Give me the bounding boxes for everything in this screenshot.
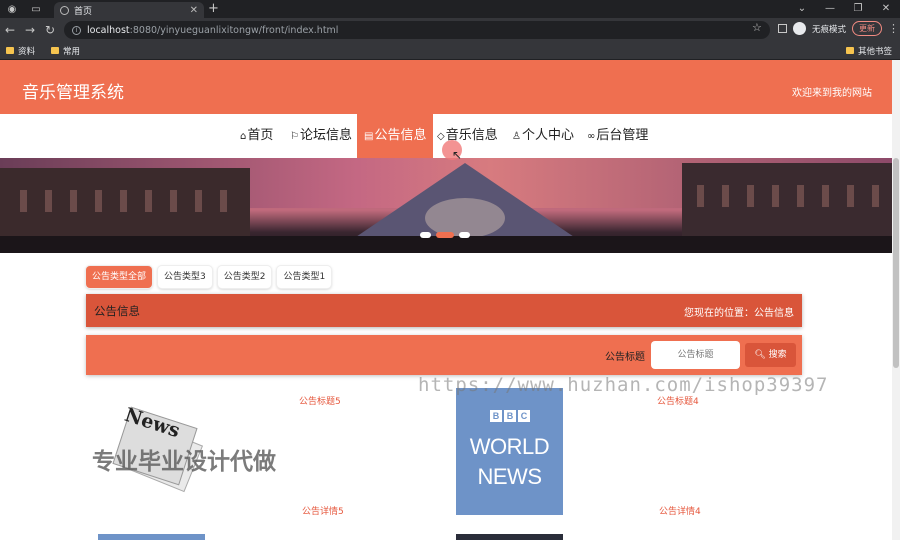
card-image-3[interactable] [98,534,205,540]
nav-item-forum[interactable]: ⚐论坛信息 [290,114,352,158]
card-title-1[interactable]: 公告标题5 [299,394,341,407]
card-image-4[interactable] [456,534,563,540]
banner-building-left [0,168,250,238]
banner-ground [0,236,892,253]
browser-toolbar: ← → ↻ i localhost :8080/yinyueguanlixito… [0,18,900,42]
more-menu-icon[interactable]: ⋮ [888,22,899,35]
filter-chip-type1[interactable]: 公告类型1 [277,266,332,288]
section-header: 公告信息 您现在的位置：公告信息 [86,294,802,327]
nav-label: 后台管理 [596,128,649,143]
search-input[interactable] [651,341,740,369]
window-controls: ⌄ — ❐ ✕ [788,0,900,18]
back-icon[interactable]: ← [0,23,20,37]
nav-label: 论坛信息 [299,128,352,143]
filter-chip-type3[interactable]: 公告类型3 [158,266,212,288]
bookmark-star-icon[interactable]: ☆ [752,21,762,34]
minimize-icon[interactable]: — [816,0,844,18]
flag-icon: ⚐ [290,131,299,142]
close-window-icon[interactable]: ✕ [872,0,900,18]
folder-icon [845,47,854,54]
text-watermark: 专业毕业设计代做 [92,449,276,475]
close-tab-icon[interactable]: ✕ [190,5,198,16]
browser-tab-strip: ◉ ▭ 首页 ✕ + ⌄ — ❐ ✕ [0,0,900,18]
breadcrumb: 您现在的位置：公告信息 [684,308,794,319]
search-button[interactable]: 🔍︎ 搜索 [745,343,796,367]
reload-icon[interactable]: ↻ [40,23,60,37]
carousel-indicators [420,232,470,238]
site-header: 音乐管理系统 欢迎来到我的网站 [0,64,892,114]
forward-icon[interactable]: → [20,23,40,37]
bbc-line-2: NEWS [477,464,543,489]
tab-list-icon[interactable]: ⌄ [788,0,816,18]
bookmark-folder-2[interactable]: 常用 [51,45,80,57]
home-icon: ⌂ [240,131,247,142]
url-watermark: https://www.huzhan.com/ishop39397 [418,374,829,396]
tag-icon: ◇ [437,131,445,142]
banner-building-right [682,163,892,238]
folder-icon [6,47,14,54]
address-bar[interactable]: i localhost :8080/yinyueguanlixitongw/fr… [64,21,770,39]
bookmarks-bar: 资料 常用 其他书签 [0,42,900,60]
browser-tab[interactable]: 首页 ✕ [54,2,204,18]
user-icon: ♙ [512,131,521,142]
site-title: 音乐管理系统 [22,83,124,103]
mouse-cursor-icon: ↖ [452,148,463,162]
nav-label: 首页 [247,128,274,143]
card-image-bbc[interactable]: B B C WORLD NEWS [456,388,563,515]
address-host: localhost [87,24,130,36]
card-detail-2[interactable]: 公告详情4 [659,504,701,517]
restore-icon[interactable]: ❐ [844,0,872,18]
new-tab-button[interactable]: + [208,0,219,18]
nav-label: 个人中心 [521,128,574,143]
welcome-text: 欢迎来到我的网站 [792,88,872,99]
nav-label: 公告信息 [374,128,427,143]
update-button[interactable]: 更新 [852,21,883,36]
filter-chip-type2[interactable]: 公告类型2 [217,266,272,288]
search-label: 公告标题 [605,352,645,363]
incognito-icon [793,22,806,35]
search-bar: 公告标题 🔍︎ 搜索 [86,335,802,375]
carousel-dot[interactable] [459,232,470,238]
scrollbar-thumb[interactable] [893,158,899,368]
bbc-line-1: WORLD [469,434,550,459]
page-scrollbar[interactable] [892,60,900,540]
bookmark-label: 常用 [63,46,81,57]
browser-menu-icon[interactable]: ◉ [0,0,24,18]
card-detail-1[interactable]: 公告详情5 [302,504,344,517]
bbc-logo: B B C [490,410,530,422]
side-panel-icon[interactable] [778,24,787,33]
nav-item-profile[interactable]: ♙个人中心 [512,114,574,158]
tab-title: 首页 [74,6,93,17]
nav-item-notice[interactable]: ▤公告信息 [357,114,434,158]
nav-item-home[interactable]: ⌂首页 [240,114,273,158]
link-icon: ∞ [587,131,596,142]
notice-type-filters: 公告类型全部 公告类型3 公告类型2 公告类型1 [86,266,332,288]
other-bookmarks-label: 其他书签 [857,46,892,57]
address-path: :8080/yinyueguanlixitongw/front/index.ht… [129,24,339,36]
nav-item-admin[interactable]: ∞后台管理 [587,114,648,158]
filter-chip-all[interactable]: 公告类型全部 [86,266,153,288]
other-bookmarks[interactable]: 其他书签 [845,45,892,57]
section-title: 公告信息 [94,304,140,318]
hero-carousel[interactable] [0,158,892,253]
notice-icon: ▤ [364,131,374,142]
tab-search-icon[interactable]: ▭ [24,0,48,18]
incognito-label: 无痕模式 [812,24,847,35]
bookmark-label: 资料 [18,46,36,57]
bookmark-folder-1[interactable]: 资料 [6,45,35,57]
globe-icon [60,5,69,15]
site-info-icon[interactable]: i [72,25,81,35]
carousel-dot[interactable] [420,232,431,238]
search-icon: 🔍︎ [754,350,766,360]
folder-icon [51,47,60,54]
search-button-label: 搜索 [768,350,787,360]
page-viewport: 音乐管理系统 欢迎来到我的网站 ⌂首页 ⚐论坛信息 ▤公告信息 ◇音乐信息 ♙个… [0,60,900,540]
carousel-dot-active[interactable] [436,232,454,238]
